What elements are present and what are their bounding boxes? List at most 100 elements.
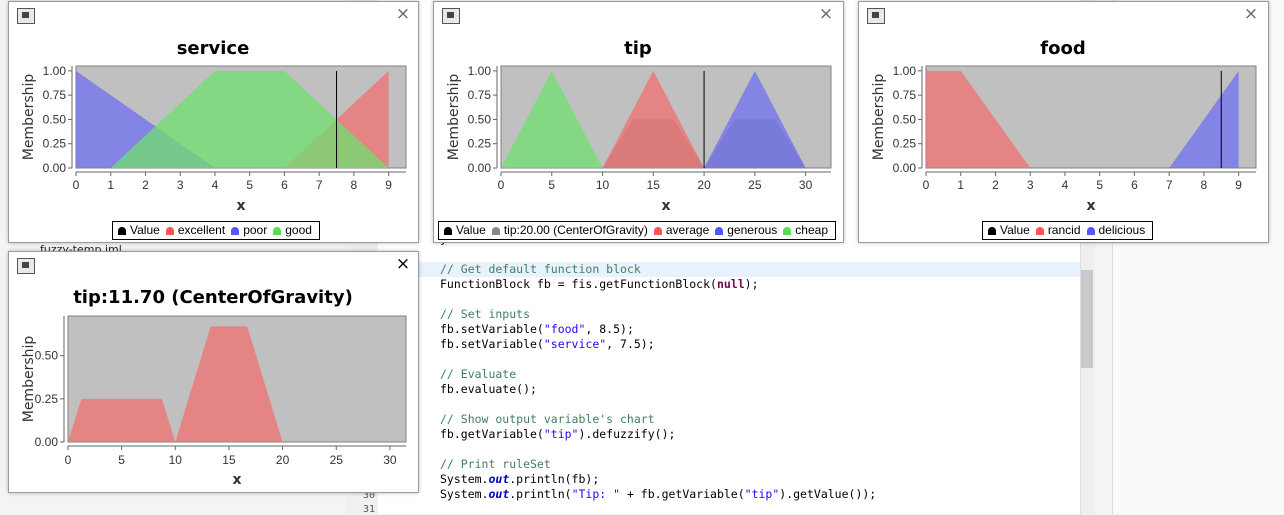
code-line[interactable]: System.out.println("Tip: " + fb.getVaria… <box>440 487 876 502</box>
code-line[interactable]: fb.setVariable("food", 8.5); <box>440 322 876 337</box>
code-line[interactable]: fb.evaluate(); <box>440 382 876 397</box>
legend-marker-icon <box>715 226 724 235</box>
y-tick-label: 0.50 <box>43 112 67 126</box>
code-line[interactable]: // Evaluate <box>440 367 876 382</box>
x-tick-label: 1 <box>107 178 114 192</box>
x-tick-label: 4 <box>212 178 219 192</box>
code-line[interactable] <box>440 247 876 262</box>
x-tick-label: 20 <box>697 178 711 192</box>
x-axis-label: x <box>1086 198 1095 214</box>
x-tick-label: 4 <box>1062 178 1069 192</box>
y-tick-label: 0.75 <box>468 88 492 102</box>
y-tick-label: 0.00 <box>35 435 59 449</box>
chart-legend: Value excellent poor good <box>112 221 320 240</box>
legend-item: delicious <box>1085 222 1146 239</box>
chart-window-tip-defuzzified[interactable]: × tip:11.70 (CenterOfGravity) 0 5 10 15 20 25 3… <box>8 251 419 493</box>
legend-marker-icon <box>783 226 792 235</box>
code-line[interactable]: System.out.println(fb); <box>440 472 876 487</box>
legend-marker-icon <box>231 226 240 235</box>
legend-label: average <box>665 223 710 237</box>
x-tick-label: 7 <box>316 178 323 192</box>
x-tick-label: 20 <box>276 453 290 467</box>
legend-marker-icon <box>1035 226 1044 235</box>
code-line[interactable]: fb.setVariable("service", 7.5); <box>440 337 876 352</box>
x-tick-label: 6 <box>1131 178 1138 192</box>
legend-marker-icon <box>118 226 126 235</box>
x-axis-label: x <box>236 198 245 214</box>
legend-marker-icon <box>165 226 174 235</box>
y-axis-label: Membership <box>871 74 887 161</box>
legend-item: excellent <box>164 222 225 239</box>
y-tick-label: 0.25 <box>468 137 492 151</box>
chart-window-food[interactable]: × food 0 1 2 3 4 5 6 7 8 9 0.00 0.25 0.50 0.75 1.00 x Mem… <box>858 1 1269 243</box>
chart-legend: Value rancid delicious <box>982 221 1154 240</box>
y-tick-label: 0.75 <box>893 88 917 102</box>
y-tick-label: 1.00 <box>468 64 492 78</box>
x-tick-label: 0 <box>498 178 505 192</box>
y-tick-label: 0.50 <box>468 112 492 126</box>
y-axis-label: Membership <box>21 336 37 423</box>
code-line[interactable] <box>440 292 876 307</box>
legend-item: Value <box>442 222 486 239</box>
legend-label: tip:20.00 (CenterOfGravity) <box>503 223 648 237</box>
code-line[interactable] <box>440 397 876 412</box>
x-axis-label: x <box>232 472 241 488</box>
legend-marker-icon <box>273 226 282 235</box>
y-tick-label: 0.00 <box>43 161 67 175</box>
legend-item: good <box>271 222 312 239</box>
legend-item: generous <box>713 222 777 239</box>
legend-label: excellent <box>177 223 226 237</box>
x-tick-label: 15 <box>647 178 661 192</box>
y-tick-label: 0.00 <box>893 161 917 175</box>
code-line[interactable] <box>440 442 876 457</box>
chart-title: service <box>177 38 250 59</box>
y-axis-label: Membership <box>446 74 462 161</box>
legend-item: tip:20.00 (CenterOfGravity) <box>490 222 648 239</box>
legend-label: good <box>285 223 312 237</box>
code-line[interactable] <box>440 352 876 367</box>
y-tick-label: 0.75 <box>43 88 67 102</box>
chart-window-service[interactable]: × service 0 1 2 3 4 5 6 7 8 9 0.00 0.25 0.50 0.75 1.00 x… <box>8 1 419 243</box>
x-tick-label: 30 <box>383 453 397 467</box>
x-tick-label: 6 <box>281 178 288 192</box>
x-tick-label: 0 <box>923 178 930 192</box>
code-line[interactable]: // Show output variable's chart <box>440 412 876 427</box>
legend-marker-icon <box>988 226 996 235</box>
x-tick-label: 8 <box>351 178 358 192</box>
x-axis-label: x <box>661 198 670 214</box>
code-line[interactable]: // Print ruleSet <box>440 457 876 472</box>
legend-item: Value <box>986 222 1030 239</box>
x-tick-label: 9 <box>385 178 392 192</box>
x-tick-label: 30 <box>799 178 813 192</box>
code-line[interactable]: FunctionBlock fb = fis.getFunctionBlock(… <box>440 277 876 292</box>
x-tick-label: 5 <box>118 453 125 467</box>
x-tick-label: 2 <box>992 178 999 192</box>
y-tick-label: 0.50 <box>893 112 917 126</box>
chart-title: tip <box>624 38 652 59</box>
legend-label: generous <box>727 223 778 237</box>
tip-defuzzified-chart: tip:11.70 (CenterOfGravity) 0 5 10 15 20 25 30 0… <box>21 287 407 488</box>
x-tick-label: 25 <box>748 178 762 192</box>
legend-label: poor <box>243 223 268 237</box>
source-code[interactable]: System.exit(1);} // Get default function… <box>440 217 876 502</box>
legend-item: cheap <box>781 222 828 239</box>
legend-label: Value <box>130 223 160 237</box>
service-chart: service 0 1 2 3 4 5 6 7 8 9 0.00 0.25 0.50 0.75 1.00 x Me… <box>21 38 407 214</box>
editor-scrollbar-thumb[interactable] <box>1081 270 1093 368</box>
code-line[interactable]: fb.getVariable("tip").defuzzify(); <box>440 427 876 442</box>
code-line[interactable]: // Set inputs <box>440 307 876 322</box>
x-tick-label: 5 <box>1096 178 1103 192</box>
y-axis-label: Membership <box>21 74 37 161</box>
x-tick-label: 15 <box>222 453 236 467</box>
x-tick-label: 3 <box>1027 178 1034 192</box>
chart-window-tip[interactable]: × tip 0 5 10 15 20 25 30 0.00 0.25 0.50 0.75 1.00 x Me… <box>433 1 844 243</box>
x-tick-label: 10 <box>596 178 610 192</box>
legend-label: delicious <box>1098 223 1146 237</box>
legend-marker-icon <box>1086 226 1095 235</box>
x-tick-label: 5 <box>548 178 555 192</box>
code-line[interactable]: // Get default function block <box>440 262 876 277</box>
y-tick-label: 0.25 <box>893 137 917 151</box>
x-tick-label: 0 <box>73 178 80 192</box>
x-tick-label: 0 <box>65 453 72 467</box>
x-tick-label: 2 <box>142 178 149 192</box>
